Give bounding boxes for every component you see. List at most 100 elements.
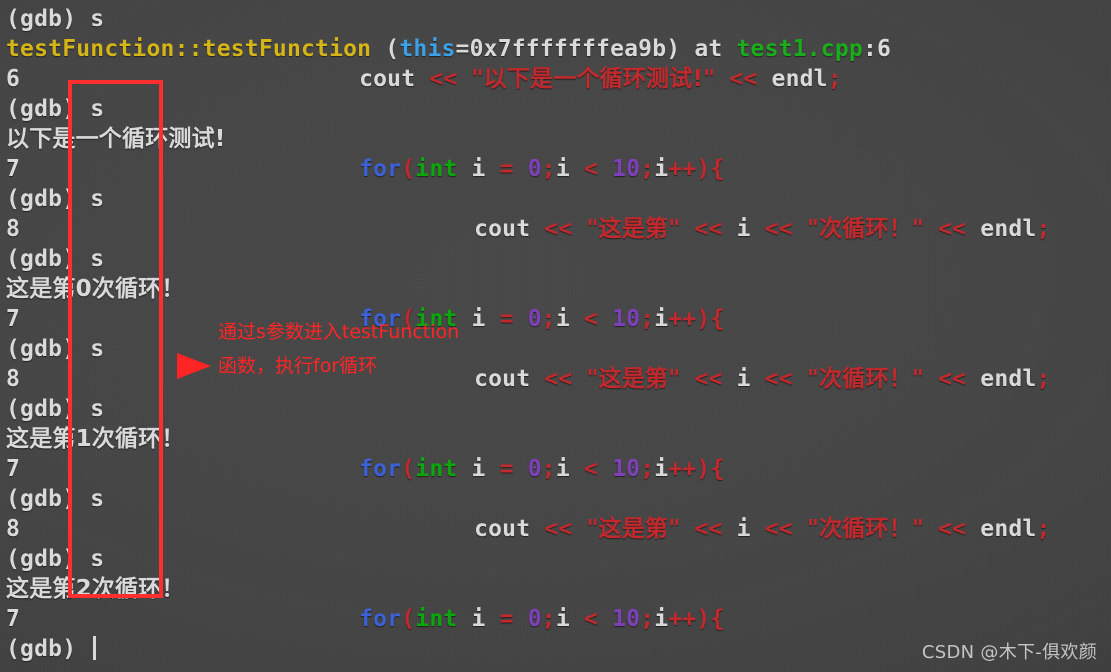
terminal-text-segment: = <box>499 306 514 332</box>
terminal-text-segment: i <box>654 306 669 332</box>
terminal-text-segment: (gdb) s <box>6 186 105 212</box>
terminal-text-segment: << <box>750 216 807 242</box>
terminal-text-segment: ; <box>827 66 842 92</box>
terminal-text-segment: endl <box>771 66 828 92</box>
terminal-text-segment: 10 <box>612 156 641 182</box>
terminal-line: (gdb) s <box>0 184 104 214</box>
terminal-text-segment: ; <box>640 156 655 182</box>
terminal-text-segment: < <box>583 156 599 182</box>
terminal-text-segment: (gdb) s <box>6 96 105 122</box>
terminal-text-segment: ++){ <box>668 156 725 182</box>
terminal-text-segment: 6 <box>6 66 21 92</box>
terminal-text-segment: 10 <box>612 606 641 632</box>
terminal-text-segment: 0 <box>527 306 542 332</box>
terminal-text-segment: int <box>415 156 458 182</box>
terminal-text-segment: test1.cpp <box>736 36 863 62</box>
terminal-line: 7 for(int i = 0;i < 10;i++){ <box>0 454 725 484</box>
terminal-text-segment: "这是第" <box>586 516 681 542</box>
terminal-line: 这是第1次循环！ <box>0 424 185 454</box>
terminal-screenshot: (gdb) s testFunction::testFunction (this=… <box>0 0 1111 672</box>
annotation-note-line1: 通过s参数进入testFunction <box>218 321 460 343</box>
terminal-line: 这是第2次循环！ <box>0 574 185 604</box>
noise-overlay <box>0 0 1111 672</box>
terminal-text-segment: cout <box>359 66 430 92</box>
terminal-text-segment: << <box>429 66 472 92</box>
terminal-text-segment: int <box>415 456 458 482</box>
terminal-text-segment: << <box>544 216 587 242</box>
terminal-text-segment: 0 <box>527 606 542 632</box>
terminal-text-segment: << <box>680 516 737 542</box>
terminal-text-segment: testFunction::testFunction <box>6 36 386 62</box>
terminal-text-segment: ( <box>401 456 416 482</box>
terminal-text-segment: i <box>555 456 584 482</box>
terminal-text-segment: = <box>499 156 514 182</box>
terminal-text-segment: :6 <box>862 36 892 62</box>
terminal-text-segment: cout <box>474 516 545 542</box>
terminal-line: (gdb) s <box>0 334 104 364</box>
terminal-text-segment: i <box>457 306 500 332</box>
terminal-text-segment: < <box>583 456 599 482</box>
terminal-text-segment: ; <box>541 606 556 632</box>
terminal-cursor[interactable] <box>93 636 97 660</box>
terminal-text-segment: ; <box>640 306 655 332</box>
terminal-text-segment: 0 <box>527 456 542 482</box>
terminal-text-segment: ; <box>640 606 655 632</box>
terminal-line: (gdb) s <box>0 4 104 34</box>
terminal-text-segment: i <box>736 216 751 242</box>
terminal-text-segment: int <box>415 606 458 632</box>
terminal-text-segment: ++){ <box>668 306 725 332</box>
terminal-text-segment: 7 <box>6 456 21 482</box>
terminal-text-segment: < <box>583 606 599 632</box>
terminal-text-segment: << <box>924 366 981 392</box>
terminal-text-segment: (gdb) s <box>6 486 105 512</box>
terminal-text-segment: << <box>680 366 737 392</box>
annotation-note-line2: 函数，执行for循环 <box>218 355 378 377</box>
terminal-line: (gdb) s <box>0 484 104 514</box>
terminal-text-segment: ; <box>1036 216 1051 242</box>
terminal-text-segment: i <box>654 456 669 482</box>
terminal-text-segment: 10 <box>612 456 641 482</box>
terminal-text-segment: "次循环！" <box>806 366 925 392</box>
terminal-line: (gdb) s <box>0 244 104 274</box>
terminal-text-segment: (gdb) s <box>6 546 105 572</box>
terminal-line: 以下是一个循环测试! <box>0 124 226 154</box>
terminal-text-segment: ++){ <box>668 606 725 632</box>
terminal-line: 这是第0次循环！ <box>0 274 185 304</box>
terminal-line: 7 for(int i = 0;i < 10;i++){ <box>0 604 725 634</box>
terminal-text-segment: ; <box>1036 516 1051 542</box>
terminal-text-segment: ( <box>401 606 416 632</box>
terminal-text-segment: endl <box>980 366 1037 392</box>
terminal-text-segment: << <box>924 216 981 242</box>
terminal-line: 8 cout << "这是第" << i << "次循环！" << endl; <box>0 214 1051 244</box>
terminal-text-segment: ( <box>385 36 400 62</box>
terminal-text-segment: for <box>359 456 402 482</box>
terminal-text-segment: "这是第" <box>586 366 681 392</box>
terminal-text-segment: ; <box>1036 366 1051 392</box>
terminal-line: (gdb) <box>0 634 97 664</box>
terminal-text-segment: 这是第2次循环！ <box>6 576 185 602</box>
terminal-text-segment: (gdb) s <box>6 6 105 32</box>
terminal-text-segment: (gdb) s <box>6 336 105 362</box>
terminal-text-segment: ; <box>541 306 556 332</box>
terminal-text-segment: = <box>499 606 514 632</box>
terminal-text-segment: "次循环！" <box>806 216 925 242</box>
terminal-text-segment: (gdb) <box>6 636 91 662</box>
terminal-text-segment: i <box>654 606 669 632</box>
terminal-text-segment: < <box>583 306 599 332</box>
terminal-text-segment: 8 <box>6 516 21 542</box>
terminal-line: 7 for(int i = 0;i < 10;i++){ <box>0 154 725 184</box>
terminal-text-segment: for <box>359 156 402 182</box>
terminal-text-segment: i <box>555 156 584 182</box>
terminal-text-segment: "以下是一个循环测试!" <box>471 66 716 92</box>
terminal-text-segment: endl <box>980 216 1037 242</box>
terminal-text-segment: =0x7fffffffea9b) at <box>455 36 737 62</box>
terminal-line: testFunction::testFunction (this=0x7ffff… <box>0 34 891 64</box>
terminal-text-segment: 8 <box>6 366 21 392</box>
terminal-line: 8 cout << "这是第" << i << "次循环！" << endl; <box>0 364 1051 394</box>
